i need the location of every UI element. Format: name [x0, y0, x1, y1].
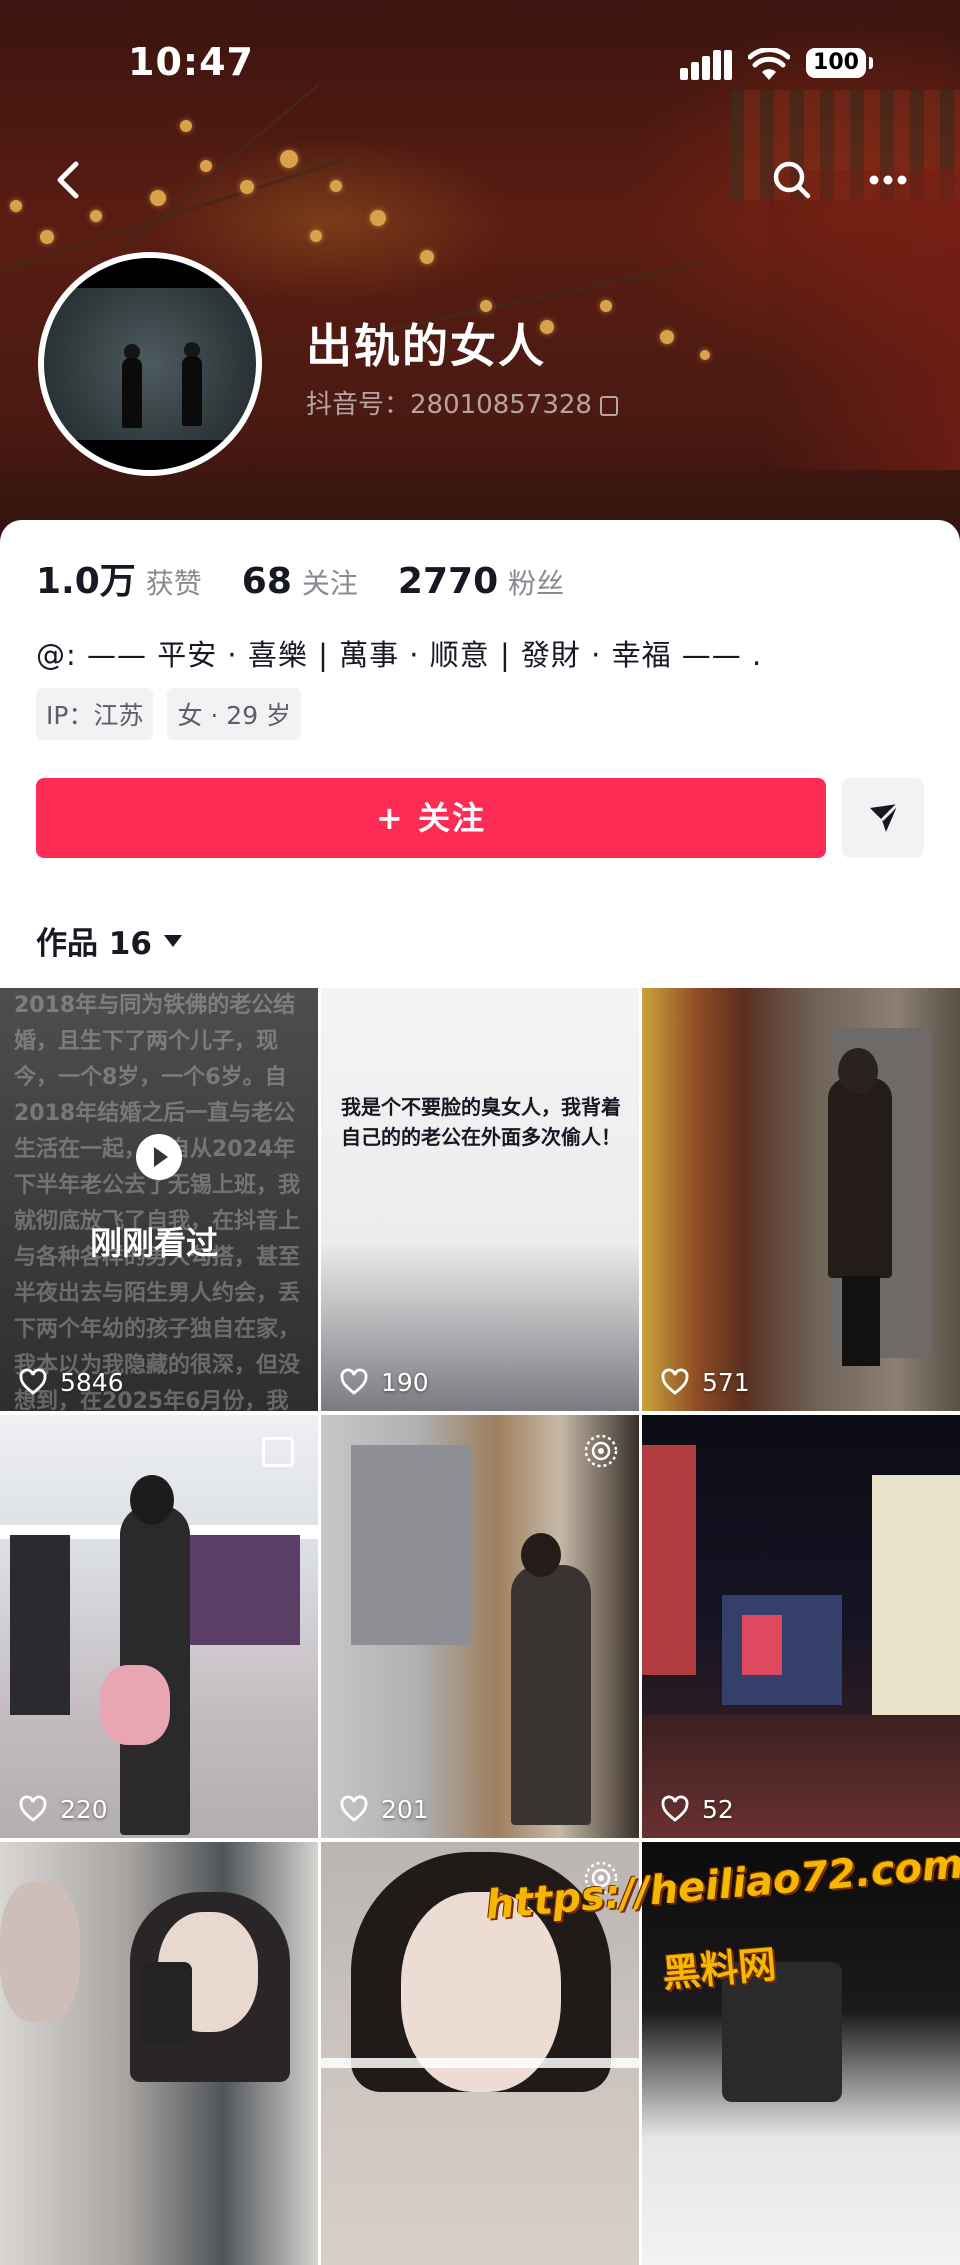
video-grid: 2018年与同为铁佛的老公结婚，且生下了两个儿子，现今，一个8岁，一个6岁。自2…	[0, 988, 960, 2265]
profile-name: 出轨的女人	[306, 319, 546, 373]
heart-icon	[19, 1368, 47, 1395]
cellular-signal-icon	[680, 50, 732, 80]
share-button[interactable]	[842, 778, 924, 858]
like-count: 190	[339, 1367, 429, 1397]
heart-icon	[661, 1795, 689, 1822]
status-bar: 10:47 100	[0, 0, 960, 120]
stat-value: 68	[241, 561, 292, 602]
like-count-value: 571	[702, 1367, 750, 1397]
stat-followers[interactable]: 2770 粉丝	[398, 561, 564, 602]
like-count: 5846	[18, 1367, 124, 1397]
video-tile[interactable]: 2018年与同为铁佛的老公结婚，且生下了两个儿子，现今，一个8岁，一个6岁。自2…	[0, 988, 318, 1411]
status-time: 10:47	[128, 40, 254, 84]
stat-following[interactable]: 68 关注	[242, 561, 358, 602]
back-arrow-icon[interactable]	[40, 150, 100, 210]
video-tile[interactable]: 201	[321, 1415, 639, 1838]
video-tile[interactable]: 我是个不要脸的臭女人，我背着自己的的老公在外面多次偷人！ 190	[321, 988, 639, 1411]
blossom	[700, 350, 710, 360]
video-tile[interactable]	[0, 1842, 318, 2265]
play-icon	[136, 1134, 182, 1180]
video-cover-text: 我是个不要脸的臭女人，我背着自己的的老公在外面多次偷人！	[341, 1095, 621, 1149]
works-label: 作品 16	[36, 926, 152, 962]
home-indicator[interactable]	[318, 2058, 642, 2068]
stat-label: 获赞	[145, 567, 202, 600]
copy-icon[interactable]	[599, 395, 618, 416]
like-count-value: 52	[702, 1794, 734, 1824]
like-count-value: 201	[381, 1794, 429, 1824]
profile-tags: IP：江苏 女 · 29 岁	[36, 688, 315, 740]
like-count: 571	[660, 1367, 750, 1397]
like-count-value: 190	[381, 1367, 429, 1397]
video-tile[interactable]: 571	[642, 988, 960, 1411]
multi-image-icon	[262, 1437, 294, 1467]
profile-stats: 1.0万 获赞 68 关注 2770 粉丝	[36, 552, 604, 602]
heart-icon	[340, 1368, 368, 1395]
blossom	[600, 300, 612, 312]
blossom	[660, 330, 674, 344]
search-icon[interactable]	[762, 150, 822, 210]
like-count-value: 220	[60, 1794, 108, 1824]
top-nav	[0, 150, 960, 220]
share-icon	[870, 802, 900, 832]
douyin-id-text: 抖音号：28010857328	[306, 390, 592, 420]
stat-value: 2770	[397, 561, 499, 602]
more-icon[interactable]	[858, 150, 918, 210]
stat-likes[interactable]: 1.0万 获赞	[36, 552, 202, 604]
video-tile[interactable]: 52	[642, 1415, 960, 1838]
watermark-site-name: 黑料网	[660, 1942, 779, 1996]
heart-icon	[340, 1795, 368, 1822]
blossom	[40, 230, 54, 244]
blossom	[420, 250, 434, 264]
gender-age-tag: 女 · 29 岁	[167, 688, 302, 740]
battery-indicator: 100	[806, 48, 873, 78]
stat-label: 关注	[301, 567, 358, 600]
video-tile[interactable]: 220	[0, 1415, 318, 1838]
chevron-down-icon	[163, 934, 182, 947]
blossom	[310, 230, 322, 242]
like-count: 52	[660, 1794, 734, 1824]
heart-icon	[19, 1795, 47, 1822]
profile-bio: @: —— 平安 · 喜樂 | 萬事 · 顺意 | 發財 · 幸福 —— .	[36, 638, 763, 672]
like-count-value: 5846	[60, 1367, 124, 1397]
follow-button[interactable]: + 关注	[36, 778, 826, 858]
stat-value: 1.0万	[36, 561, 136, 602]
like-count: 220	[18, 1794, 108, 1824]
heart-icon	[661, 1368, 689, 1395]
like-count: 201	[339, 1794, 429, 1824]
stat-label: 粉丝	[508, 567, 565, 600]
douyin-id[interactable]: 抖音号：28010857328	[306, 384, 618, 421]
ip-location-tag: IP：江苏	[36, 688, 154, 740]
live-photo-icon	[584, 1434, 618, 1468]
avatar[interactable]	[38, 252, 262, 476]
recently-viewed-label: 刚刚看过	[90, 1224, 219, 1262]
video-cover-text: 2018年与同为铁佛的老公结婚，且生下了两个儿子，现今，一个8岁，一个6岁。自2…	[14, 993, 301, 1411]
blossom	[180, 120, 192, 132]
works-tab[interactable]: 作品 16	[36, 918, 182, 963]
wifi-icon	[748, 48, 790, 80]
